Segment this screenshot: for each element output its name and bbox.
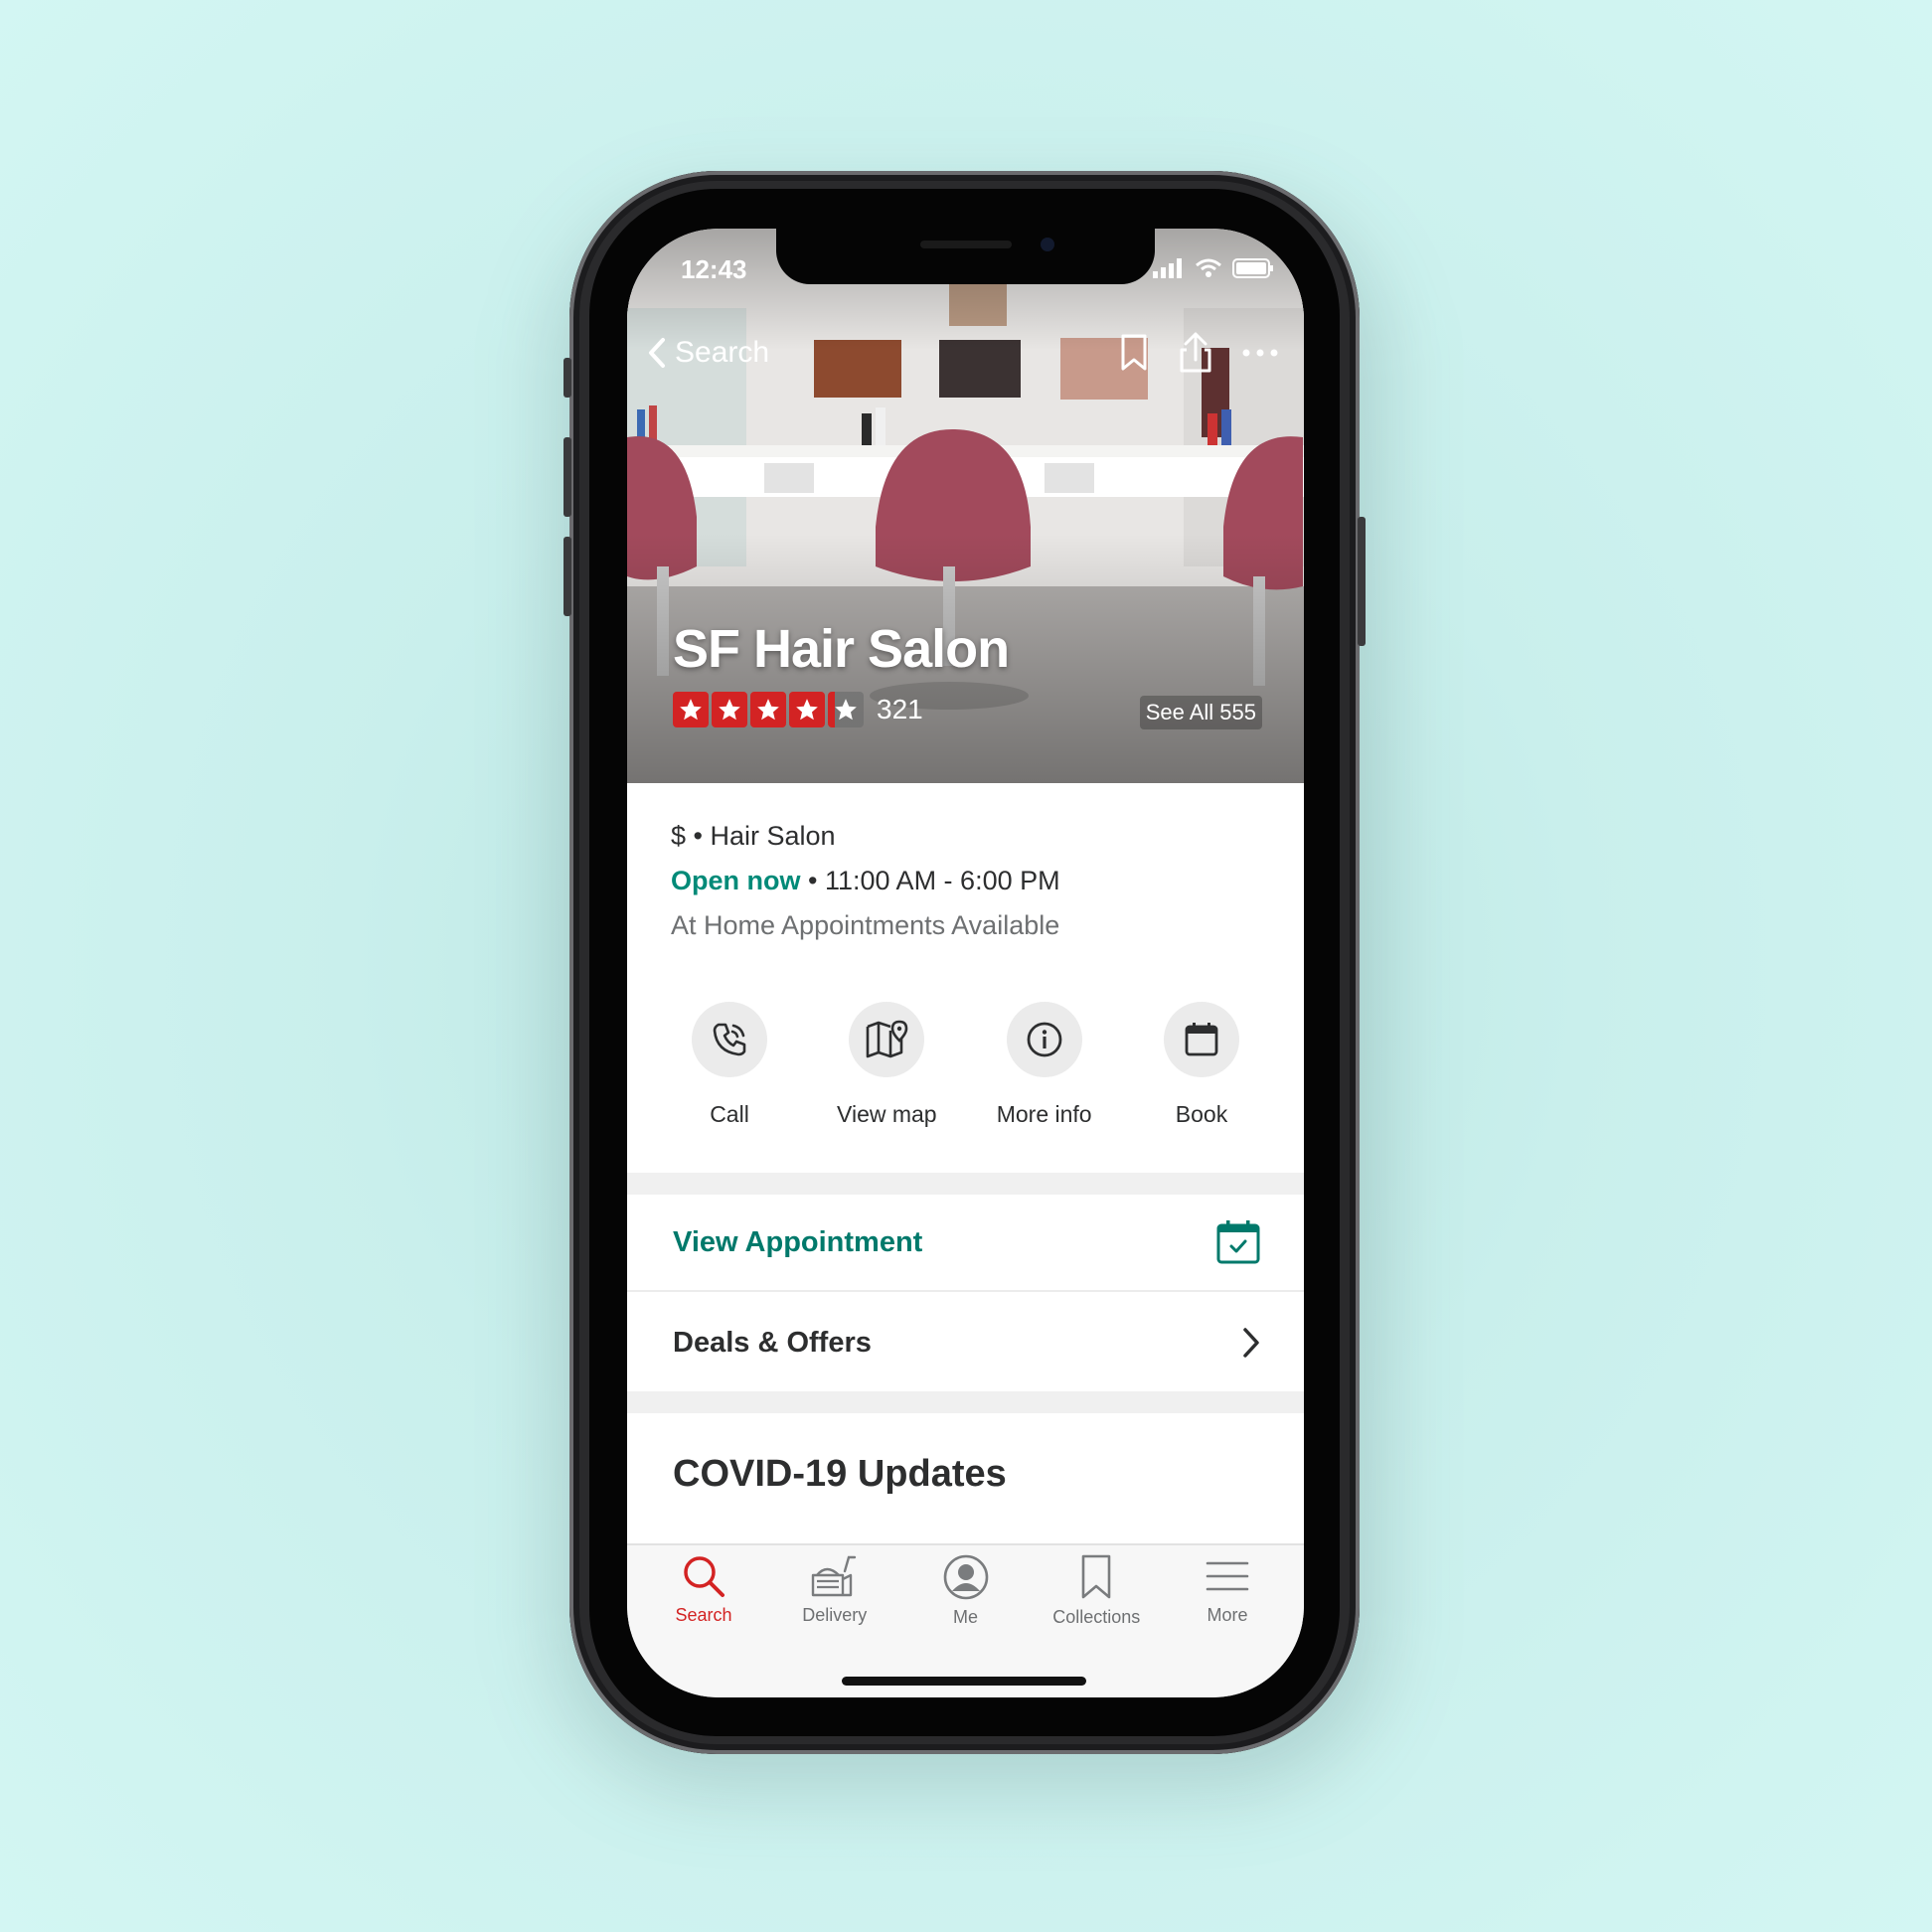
hero-photo[interactable]: 12:43 Search SF Hair Salon 321 See All 5… — [627, 229, 1304, 783]
more-options-icon[interactable] — [1242, 348, 1278, 358]
view-map-button-circle — [849, 1002, 925, 1077]
business-info: $ • Hair Salon Open now • 11:00 AM - 6:0… — [671, 821, 1060, 941]
tab-me-label: Me — [952, 1607, 978, 1627]
volume-down-button — [564, 537, 571, 616]
view-appointment-label: View Appointment — [673, 1225, 923, 1258]
profile-icon — [943, 1554, 988, 1600]
speaker — [920, 241, 1012, 248]
section-title: COVID-19 Updates — [673, 1453, 1007, 1495]
tab-search-label: Search — [675, 1605, 732, 1625]
delivery-icon — [811, 1555, 856, 1597]
star-icon — [750, 692, 786, 727]
bookmark-icon[interactable] — [1119, 333, 1149, 373]
front-camera — [1041, 238, 1054, 251]
deals-offers-label: Deals & Offers — [673, 1326, 872, 1359]
tab-search[interactable]: Search — [639, 1545, 768, 1628]
separator: • — [808, 866, 818, 895]
search-icon — [684, 1556, 724, 1597]
view-appointment-row[interactable]: View Appointment — [627, 1195, 1304, 1292]
share-icon[interactable] — [1179, 332, 1212, 374]
phone-icon — [713, 1023, 746, 1056]
phone-screen: 12:43 Search SF Hair Salon 321 See All 5… — [627, 229, 1304, 1697]
separator: • — [693, 821, 703, 851]
more-info-button[interactable]: More info — [970, 1002, 1119, 1128]
tab-delivery-label: Delivery — [802, 1605, 868, 1625]
header-actions — [1119, 332, 1278, 374]
calendar-check-icon — [1216, 1220, 1260, 1264]
calendar-icon — [1185, 1023, 1218, 1056]
business-name: SF Hair Salon — [673, 619, 1010, 679]
star-icon — [673, 692, 709, 727]
back-button[interactable]: Search — [647, 336, 769, 370]
tab-collections-label: Collections — [1052, 1607, 1141, 1627]
status-icons — [1153, 258, 1274, 278]
chevron-right-icon — [1243, 1328, 1259, 1358]
battery-icon — [1232, 258, 1273, 278]
see-all-photos-button[interactable]: See All 555 — [1139, 696, 1262, 729]
more-info-label: More info — [996, 1101, 1092, 1127]
star-icon — [789, 692, 825, 727]
tab-bar: Search Delivery Me Collections More — [627, 1543, 1304, 1697]
book-button-circle — [1163, 1002, 1239, 1077]
section-divider — [627, 1391, 1304, 1413]
bookmark-icon — [1081, 1554, 1111, 1599]
tab-collections[interactable]: Collections — [1032, 1545, 1161, 1628]
star-icon — [712, 692, 747, 727]
tab-more-label: More — [1207, 1605, 1248, 1625]
star-rating: 321 — [673, 692, 923, 727]
menu-icon — [1206, 1561, 1249, 1591]
home-indicator — [842, 1677, 1086, 1686]
tab-me[interactable]: Me — [901, 1545, 1031, 1628]
price-category-line: $ • Hair Salon — [671, 821, 1060, 852]
volume-up-button — [564, 437, 571, 517]
deals-offers-row[interactable]: Deals & Offers — [627, 1294, 1304, 1391]
category[interactable]: Hair Salon — [711, 821, 836, 851]
notch — [776, 229, 1155, 284]
book-label: Book — [1175, 1101, 1228, 1127]
book-button[interactable]: Book — [1127, 1002, 1276, 1128]
review-count[interactable]: 321 — [877, 694, 923, 725]
open-status: Open now — [671, 866, 801, 895]
map-icon — [867, 1020, 908, 1058]
back-label: Search — [675, 336, 770, 369]
wifi-icon — [1196, 258, 1221, 277]
signal-icon — [1153, 258, 1182, 278]
tab-more[interactable]: More — [1163, 1545, 1292, 1628]
half-star-icon — [828, 692, 864, 727]
side-button — [564, 358, 571, 398]
business-note: At Home Appointments Available — [671, 910, 1060, 940]
view-map-button[interactable]: View map — [812, 1002, 961, 1128]
call-button-circle — [692, 1002, 767, 1077]
chevron-left-icon — [649, 338, 665, 368]
hours-line[interactable]: Open now • 11:00 AM - 6:00 PM — [671, 866, 1060, 896]
status-time: 12:43 — [681, 254, 747, 284]
quick-actions: Call View map More info Book — [627, 1002, 1304, 1128]
hours: 11:00 AM - 6:00 PM — [824, 866, 1060, 895]
call-label: Call — [710, 1101, 749, 1127]
section-divider — [627, 1173, 1304, 1195]
view-map-label: View map — [837, 1101, 937, 1127]
tab-delivery[interactable]: Delivery — [770, 1545, 899, 1628]
info-icon — [1027, 1022, 1062, 1057]
call-button[interactable]: Call — [655, 1002, 804, 1128]
price-level: $ — [671, 821, 687, 851]
power-button — [1358, 517, 1366, 646]
more-info-button-circle — [1006, 1002, 1082, 1077]
